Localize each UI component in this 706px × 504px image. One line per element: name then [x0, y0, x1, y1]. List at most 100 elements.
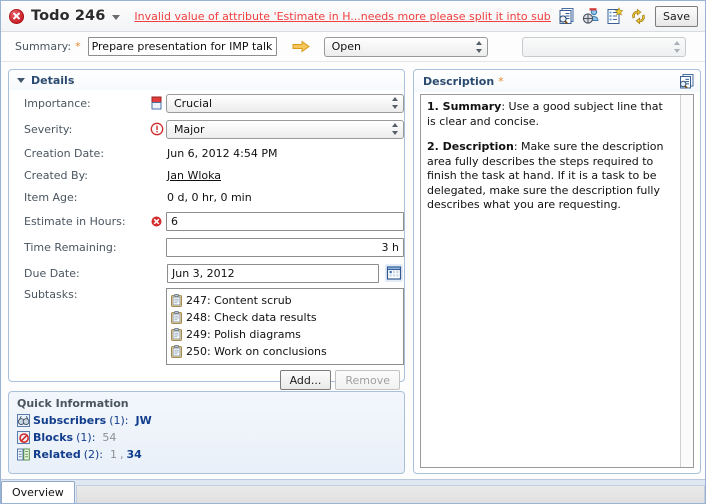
list-item[interactable]: 250: Work on conclusions — [171, 343, 403, 360]
window-header: Todo 246 Invalid value of attribute 'Est… — [1, 1, 705, 32]
description-text: 1. Summary: Use a good subject line that… — [421, 95, 680, 467]
tabbar-filler — [75, 485, 705, 503]
list-item[interactable]: 247: Content scrub — [171, 292, 403, 309]
importance-spinner-icon — [392, 97, 399, 109]
quick-info-row-blocks: Blocks (1): 54 — [17, 429, 404, 446]
caret-down-icon[interactable] — [112, 15, 121, 20]
subtask-text: 249: Polish diagrams — [185, 328, 301, 341]
description-paragraph-1: 1. Summary: Use a good subject line that… — [427, 100, 673, 129]
description-panel: Description * 1. Summary: Use a good sub… — [413, 69, 701, 474]
quick-information-title: Quick Information — [17, 397, 129, 410]
creation-date-label: Creation Date: — [24, 146, 105, 160]
page-title: Todo 246 — [31, 8, 106, 24]
tab-overview[interactable]: Overview — [1, 481, 75, 503]
clipboard-icon — [171, 328, 182, 341]
due-date-row: Due Date: Jun 3, 2012 — [9, 260, 404, 286]
estimate-label: Estimate in Hours: — [24, 214, 126, 228]
estimate-row: Estimate in Hours: 6 — [9, 208, 404, 234]
resolution-spinner-icon — [673, 40, 681, 53]
title-block: Todo 246 — [1, 8, 121, 24]
subscribers-icon — [17, 414, 33, 427]
severity-spinner-icon — [392, 123, 399, 135]
description-panel-header: Description * — [414, 70, 700, 92]
subtasks-row: Subtasks: 247: Content scrub 248: Check … — [9, 288, 404, 365]
remove-subtask-button: Remove — [335, 370, 400, 390]
list-item[interactable]: 248: Check data results — [171, 309, 403, 326]
subscribers-label: Subscribers — [33, 414, 107, 427]
description-textarea[interactable]: 1. Summary: Use a good subject line that… — [420, 94, 694, 468]
item-age-label: Item Age: — [24, 190, 78, 204]
state-value: Open — [331, 40, 361, 53]
quick-info-row-subscribers: Subscribers (1): JW — [17, 412, 404, 429]
state-select[interactable]: Open — [323, 36, 488, 57]
resolution-select[interactable] — [521, 36, 686, 57]
quick-info-row-related: Related (2): 1 , 34 — [17, 446, 404, 463]
severity-value: Major — [173, 122, 205, 136]
importance-flag-icon — [148, 96, 166, 111]
importance-select[interactable]: Crucial — [165, 93, 404, 113]
description-p1-bold: 1. Summary — [427, 100, 502, 113]
todo-editor-window: Todo 246 Invalid value of attribute 'Est… — [0, 0, 706, 504]
blocks-count: (1): — [76, 431, 96, 444]
field-error-icon — [148, 216, 166, 227]
inspect-icon[interactable] — [557, 7, 576, 26]
severity-select[interactable]: Major — [165, 119, 404, 139]
related-label: Related — [33, 448, 81, 461]
summary-input[interactable] — [87, 37, 277, 56]
details-panel: Details Importance: Crucial Severity: Ma… — [8, 69, 405, 390]
created-by-label: Created By: — [24, 168, 88, 182]
subtasks-icon-slot — [148, 288, 166, 365]
arrow-right-icon — [292, 40, 310, 53]
created-by-row: Created By: Jan Wloka — [9, 164, 404, 186]
subscribers-value[interactable]: JW — [136, 414, 152, 427]
subtask-text: 248: Check data results — [185, 311, 317, 324]
preview-icon[interactable] — [678, 73, 695, 90]
clipboard-icon — [171, 345, 182, 358]
list-item[interactable]: 249: Polish diagrams — [171, 326, 403, 343]
due-date-value: Jun 3, 2012 — [172, 266, 235, 280]
team-icon[interactable] — [581, 7, 600, 26]
item-age-value: 0 d, 0 hr, 0 min — [167, 190, 252, 204]
calendar-icon[interactable] — [385, 264, 403, 282]
time-remaining-label: Time Remaining: — [24, 240, 117, 254]
details-panel-header[interactable]: Details — [9, 70, 404, 90]
summary-row: Summary: * Open — [1, 32, 705, 62]
state-spinner-icon — [475, 40, 483, 53]
related-value-2[interactable]: 34 — [127, 448, 142, 461]
estimate-value: 6 — [170, 214, 178, 228]
importance-row: Importance: Crucial — [9, 90, 404, 116]
subtasks-list[interactable]: 247: Content scrub 248: Check data resul… — [165, 288, 404, 365]
warning-circle-icon — [148, 122, 166, 136]
subtask-text: 250: Work on conclusions — [185, 345, 327, 358]
new-item-icon[interactable] — [605, 6, 624, 26]
save-button[interactable]: Save — [654, 5, 698, 27]
time-remaining-input[interactable]: 3 h — [165, 237, 404, 257]
summary-label: Summary: — [15, 40, 72, 53]
estimate-input[interactable]: 6 — [165, 211, 404, 231]
creation-date-row: Creation Date: Jun 6, 2012 4:54 PM — [9, 142, 404, 164]
add-subtask-button[interactable]: Add... — [279, 370, 332, 390]
description-scrollbar[interactable] — [680, 95, 693, 467]
importance-label: Importance: — [24, 96, 91, 110]
item-age-row: Item Age: 0 d, 0 hr, 0 min — [9, 186, 404, 208]
created-by-value[interactable]: Jan Wloka — [167, 169, 221, 182]
creation-date-value: Jun 6, 2012 4:54 PM — [167, 146, 278, 160]
related-separator: , — [120, 448, 124, 461]
error-banner[interactable]: Invalid value of attribute 'Estimate in … — [134, 10, 551, 23]
severity-label: Severity: — [24, 122, 73, 136]
time-remaining-row: Time Remaining: 3 h — [9, 234, 404, 260]
triangle-down-icon[interactable] — [17, 77, 25, 83]
bottom-tabbar: Overview — [1, 479, 705, 503]
description-required-marker: * — [498, 74, 504, 88]
subtasks-label: Subtasks: — [24, 288, 78, 301]
summary-required-marker: * — [75, 40, 81, 53]
due-date-input[interactable]: Jun 3, 2012 — [167, 263, 379, 283]
related-value-1[interactable]: 1 — [110, 448, 117, 461]
related-count: (2): — [83, 448, 104, 461]
refresh-icon[interactable] — [629, 7, 648, 26]
blocks-label: Blocks — [33, 431, 74, 444]
description-paragraph-2: 2. Description: Make sure the descriptio… — [427, 140, 673, 213]
blocks-icon — [17, 431, 33, 444]
blocks-value[interactable]: 54 — [102, 431, 116, 444]
time-remaining-value: 3 h — [381, 240, 399, 254]
